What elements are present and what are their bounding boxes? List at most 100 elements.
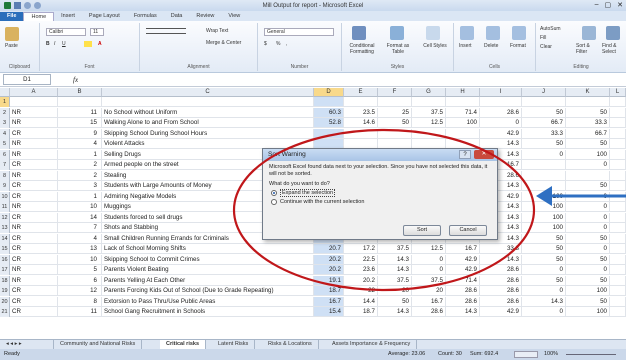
cell-d[interactable]: 16.7 [314, 296, 344, 307]
cell-b[interactable]: 11 [58, 307, 102, 317]
cell-l[interactable] [610, 254, 626, 265]
cell-c[interactable]: Extorsion to Pass Thru/Use Public Areas [102, 296, 314, 307]
merge-center-button[interactable]: Merge & Center [206, 40, 241, 46]
row-header[interactable]: 3 [0, 118, 10, 128]
cell-c[interactable]: No School without Uniform [102, 107, 314, 118]
cell-f[interactable] [378, 97, 412, 107]
percent-button[interactable]: % [276, 41, 280, 47]
name-box[interactable]: D1 [3, 74, 51, 85]
column-header-l[interactable]: L [610, 88, 626, 97]
paste-icon[interactable] [5, 27, 19, 41]
cell-c[interactable]: Walking Alone to and From School [102, 118, 314, 128]
cell-d[interactable]: 60.3 [314, 107, 344, 118]
cell-i[interactable]: 28.6 [480, 286, 522, 296]
tab-home[interactable]: Home [23, 12, 55, 21]
cell-h[interactable]: 16.7 [446, 244, 480, 254]
row-header[interactable]: 19 [0, 286, 10, 296]
cell-e[interactable]: 23.5 [344, 107, 378, 118]
cell-k[interactable]: 0 [566, 244, 610, 254]
cell-j[interactable]: 0 [522, 149, 566, 160]
row-header[interactable]: 5 [0, 139, 10, 149]
select-all-corner[interactable] [0, 88, 10, 97]
fx-icon[interactable]: fx [73, 76, 78, 84]
row-header[interactable]: 14 [0, 233, 10, 244]
sheet-tab-risks-locations[interactable]: Risks & Locations [262, 340, 319, 349]
cell-i[interactable]: 28.6 [480, 275, 522, 286]
find-select-button[interactable]: Find & Select [602, 43, 626, 55]
font-size-select[interactable]: 11 [90, 28, 104, 36]
cell-l[interactable] [610, 307, 626, 317]
cell-f[interactable]: 25 [378, 107, 412, 118]
cell-d[interactable]: 20.2 [314, 254, 344, 265]
cell-l[interactable] [610, 286, 626, 296]
column-header-c[interactable]: C [102, 88, 314, 97]
close-button[interactable]: ✕ [617, 1, 623, 9]
cell-k[interactable] [566, 170, 610, 181]
cell-e[interactable]: 14.4 [344, 296, 378, 307]
cell-b[interactable]: 15 [58, 118, 102, 128]
cell-k[interactable]: 50 [566, 275, 610, 286]
cell-f[interactable]: 37.5 [378, 244, 412, 254]
cell-k[interactable]: 0 [566, 202, 610, 212]
cell-g[interactable]: 12.5 [412, 118, 446, 128]
cell-e[interactable] [344, 128, 378, 139]
cell-f[interactable]: 50 [378, 296, 412, 307]
cell-l[interactable] [610, 275, 626, 286]
cell-styles-button[interactable]: Cell Styles [420, 43, 450, 49]
sort-filter-icon[interactable] [582, 26, 596, 40]
cell-i[interactable]: 28.6 [480, 107, 522, 118]
row-header[interactable]: 4 [0, 128, 10, 139]
cell-b[interactable]: 11 [58, 107, 102, 118]
cell-l[interactable] [610, 223, 626, 233]
cell-f[interactable] [378, 128, 412, 139]
insert-button[interactable]: Insert [459, 43, 472, 49]
row-header[interactable]: 20 [0, 296, 10, 307]
cell-k[interactable]: 50 [566, 254, 610, 265]
conditional-formatting-button[interactable]: Conditional Formatting [344, 43, 380, 55]
cell-b[interactable]: 14 [58, 212, 102, 223]
tab-view[interactable]: View [221, 12, 247, 21]
sheet-tab-assets[interactable]: Assets Importance & Frequency [326, 340, 418, 349]
row-header[interactable]: 9 [0, 181, 10, 191]
sheet-tab-community[interactable]: Community and National Risks [54, 340, 143, 349]
cell-a[interactable]: CR [10, 254, 58, 265]
row-header[interactable]: 12 [0, 212, 10, 223]
cancel-button[interactable]: Cancel [449, 225, 487, 236]
cell-f[interactable]: 37.5 [378, 275, 412, 286]
cell-a[interactable]: CR [10, 128, 58, 139]
cell-g[interactable]: 28.6 [412, 307, 446, 317]
insert-cells-icon[interactable] [460, 26, 474, 40]
find-select-icon[interactable] [606, 26, 620, 40]
cell-b[interactable]: 1 [58, 191, 102, 202]
sheet-nav-arrows[interactable]: ◂ ◂ ▸ ▸ [0, 340, 54, 349]
cell-a[interactable]: CR [10, 160, 58, 170]
cell-l[interactable] [610, 160, 626, 170]
row-header[interactable]: 2 [0, 107, 10, 118]
wrap-text-button[interactable]: Wrap Text [206, 28, 228, 34]
format-cells-icon[interactable] [512, 26, 526, 40]
cell-d[interactable] [314, 128, 344, 139]
cell-h[interactable]: 100 [446, 118, 480, 128]
cell-l[interactable] [610, 181, 626, 191]
cell-h[interactable]: 28.6 [446, 296, 480, 307]
cell-a[interactable]: NR [10, 265, 58, 275]
cell-h[interactable]: 71.4 [446, 275, 480, 286]
tab-insert[interactable]: Insert [54, 12, 82, 21]
column-header-e[interactable]: E [344, 88, 378, 97]
cell-l[interactable] [610, 149, 626, 160]
cell-d[interactable]: 20.2 [314, 265, 344, 275]
column-header-k[interactable]: K [566, 88, 610, 97]
tab-file[interactable]: File [0, 12, 24, 21]
cell-d[interactable]: 52.8 [314, 118, 344, 128]
cell-e[interactable]: 18.7 [344, 307, 378, 317]
view-buttons[interactable] [514, 351, 538, 358]
cell-c[interactable]: Skipping School During School Hours [102, 128, 314, 139]
cell-l[interactable] [610, 265, 626, 275]
cell-c[interactable]: Skipping School to Commit Crimes [102, 254, 314, 265]
currency-button[interactable]: $ [264, 41, 267, 47]
column-header-g[interactable]: G [412, 88, 446, 97]
formula-input[interactable] [84, 74, 626, 85]
cell-j[interactable]: 33.3 [522, 128, 566, 139]
cell-a[interactable]: NR [10, 139, 58, 149]
expand-selection-option[interactable]: Expand the selection [263, 187, 497, 197]
